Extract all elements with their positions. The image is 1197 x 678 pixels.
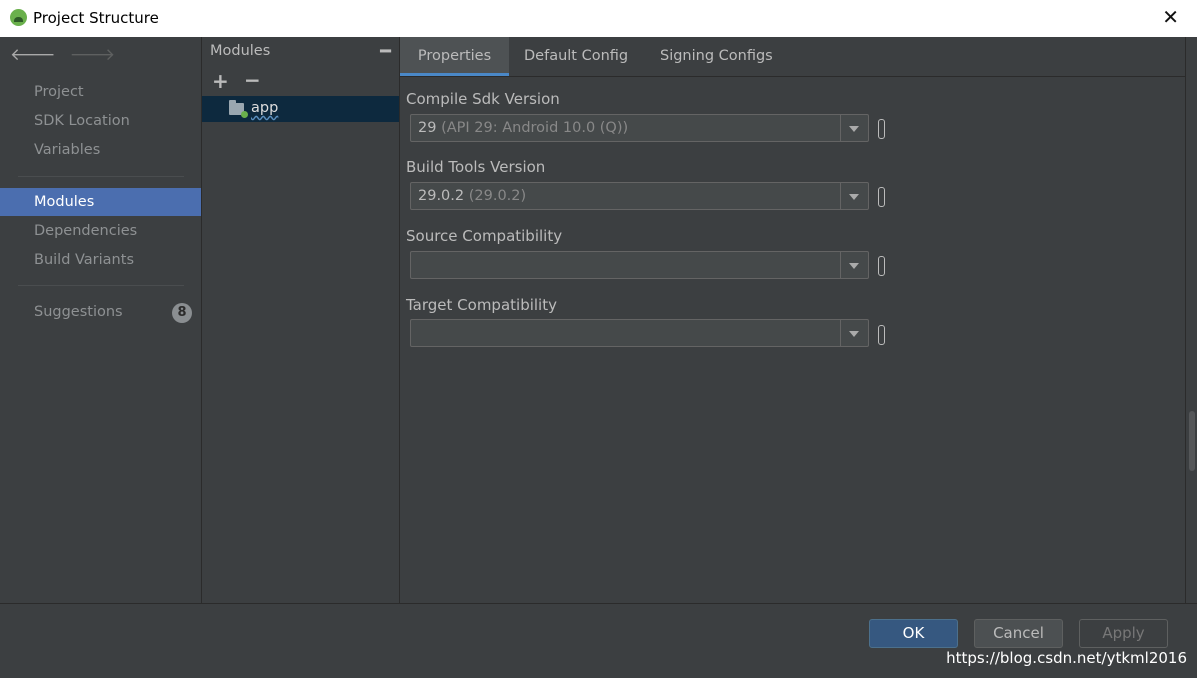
scrollbar[interactable] — [1185, 37, 1197, 603]
tab-default-config[interactable]: Default Config — [524, 37, 628, 76]
watermark-text: https://blog.csdn.net/ytkml2016 — [946, 649, 1187, 667]
compile-sdk-label: Compile Sdk Version — [406, 90, 560, 108]
window-title: Project Structure — [33, 9, 159, 27]
scrollbar-thumb[interactable] — [1189, 411, 1195, 471]
chevron-down-icon[interactable] — [840, 183, 868, 209]
tab-properties[interactable]: Properties — [400, 37, 509, 76]
properties-form: Compile Sdk Version 29 (API 29: Android … — [400, 77, 1185, 603]
sidebar-item-project[interactable]: Project — [0, 78, 201, 106]
target-compat-combo[interactable] — [410, 319, 869, 347]
module-label: app — [251, 100, 279, 116]
sidebar-divider — [18, 176, 184, 177]
combo-value: 29 (API 29: Android 10.0 (Q)) — [418, 120, 629, 136]
sidebar-item-label: Suggestions — [34, 304, 123, 320]
chevron-down-icon[interactable] — [840, 252, 868, 278]
chevron-down-icon[interactable] — [840, 320, 868, 346]
sidebar-divider — [18, 285, 184, 286]
combo-value: 29.0.2 (29.0.2) — [418, 188, 527, 204]
close-icon[interactable]: ✕ — [1162, 7, 1179, 27]
add-module-icon[interactable]: + — [212, 69, 229, 93]
source-compat-combo[interactable] — [410, 251, 869, 279]
title-bar: Project Structure ✕ — [0, 0, 1197, 37]
sidebar-item-modules[interactable]: Modules — [0, 188, 201, 216]
build-tools-combo[interactable]: 29.0.2 (29.0.2) — [410, 182, 869, 210]
modules-panel-title: Modules — [210, 43, 271, 59]
back-arrow-icon[interactable]: 🡐 — [10, 45, 56, 65]
variable-binding-icon[interactable] — [878, 256, 885, 276]
main-panel: Properties Default Config Signing Config… — [400, 37, 1185, 603]
modules-panel: Modules ━ + − app — [202, 37, 400, 603]
source-compat-label: Source Compatibility — [406, 227, 563, 245]
variable-binding-icon[interactable] — [878, 187, 885, 207]
chevron-down-icon[interactable] — [840, 115, 868, 141]
sidebar-item-variables[interactable]: Variables — [0, 136, 201, 164]
cancel-button[interactable]: Cancel — [974, 619, 1063, 648]
nav-arrows: 🡐 🡒 — [10, 45, 129, 65]
module-item-app[interactable]: app — [202, 96, 399, 122]
module-status-dot — [241, 111, 248, 118]
build-tools-label: Build Tools Version — [406, 158, 546, 176]
apply-button[interactable]: Apply — [1079, 619, 1168, 648]
sidebar-item-build-variants[interactable]: Build Variants — [0, 246, 201, 274]
sidebar-item-suggestions[interactable]: Suggestions 8 — [0, 298, 201, 326]
target-compat-label: Target Compatibility — [406, 296, 557, 314]
dialog-footer: OK Cancel Apply https://blog.csdn.net/yt… — [0, 603, 1197, 678]
variable-binding-icon[interactable] — [878, 119, 885, 139]
variable-binding-icon[interactable] — [878, 325, 885, 345]
sidebar-item-sdk-location[interactable]: SDK Location — [0, 107, 201, 135]
minimize-icon[interactable]: ━ — [380, 41, 391, 62]
suggestions-count-badge: 8 — [172, 303, 192, 323]
tab-signing-configs[interactable]: Signing Configs — [660, 37, 773, 76]
sidebar: 🡐 🡒 Project SDK Location Variables Module… — [0, 37, 202, 603]
compile-sdk-combo[interactable]: 29 (API 29: Android 10.0 (Q)) — [410, 114, 869, 142]
remove-module-icon[interactable]: − — [244, 68, 261, 92]
android-studio-icon — [10, 9, 27, 26]
forward-arrow-icon[interactable]: 🡒 — [70, 45, 116, 65]
sidebar-item-dependencies[interactable]: Dependencies — [0, 217, 201, 245]
ok-button[interactable]: OK — [869, 619, 958, 648]
tab-bar: Properties Default Config Signing Config… — [400, 37, 1185, 77]
